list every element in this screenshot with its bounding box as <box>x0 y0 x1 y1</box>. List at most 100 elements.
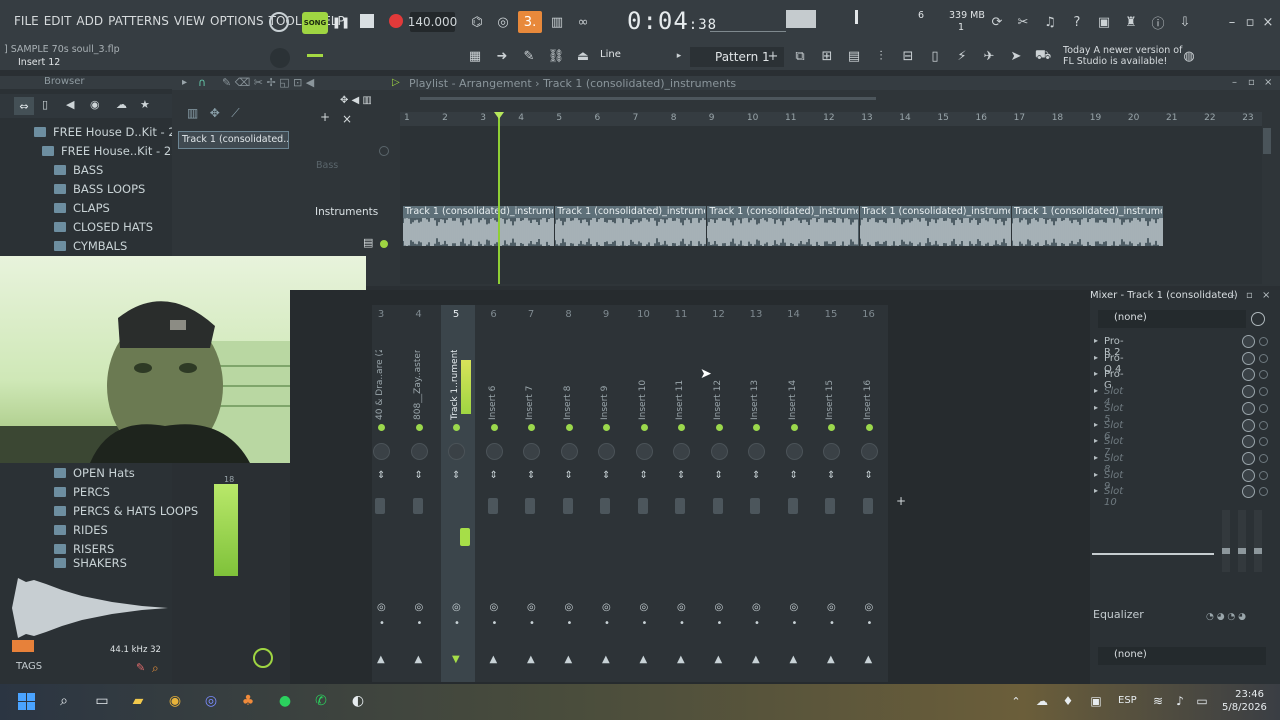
slot-enable-led[interactable] <box>1259 337 1268 346</box>
mixer-route-icon[interactable]: ◎ <box>715 602 724 613</box>
chrome-icon[interactable]: ◉ <box>163 690 187 712</box>
mixer-route-icon[interactable]: ◎ <box>677 602 686 613</box>
sliders-icon[interactable]: ⫶ <box>870 45 892 67</box>
mixer-output-selector[interactable]: (none) <box>1098 647 1266 665</box>
search-icon[interactable]: ⌕ <box>152 661 159 676</box>
browser-folder[interactable]: FREE House..Kit - 2211 <box>42 141 193 160</box>
mixer-send-dot[interactable]: • <box>454 618 460 629</box>
playlist-play-icon[interactable]: ▷ <box>392 77 400 88</box>
loop-record-icon[interactable]: ∞ <box>572 11 594 33</box>
master-volume-meter[interactable] <box>786 10 816 28</box>
mixer-channel-name[interactable]: Insert 15 <box>825 350 839 420</box>
mixer-stereo-icon[interactable]: ⇕ <box>565 470 573 481</box>
mixer-volume-fader[interactable] <box>487 498 498 514</box>
slot-mix-knob-icon[interactable] <box>1242 418 1255 432</box>
mixer-send-dot[interactable]: • <box>792 618 798 629</box>
browser-folder[interactable]: BASS LOOPS <box>54 179 145 198</box>
playlist-minimize-icon[interactable]: – <box>1232 77 1237 88</box>
mixer-mute-led[interactable] <box>865 424 873 431</box>
mixer-send-arrow-up-icon[interactable]: ▲ <box>865 654 873 665</box>
mixer-mute-led[interactable] <box>453 424 460 431</box>
mixer-stereo-icon[interactable]: ⇕ <box>490 470 498 481</box>
save-icon[interactable]: ▣ <box>1093 11 1115 33</box>
play-icon[interactable]: ❚❚ <box>331 12 351 32</box>
slot-enable-led[interactable] <box>1259 353 1268 363</box>
grid-icon[interactable]: ⊟ <box>897 45 919 67</box>
mixer-send-arrow-up-icon[interactable]: ▲ <box>677 654 685 665</box>
playhead-marker-icon[interactable] <box>494 112 504 119</box>
mixer-send-dot[interactable]: • <box>867 618 873 629</box>
mixer-channel-number[interactable]: 10 <box>626 309 662 320</box>
mixer-settings-icon[interactable] <box>1251 312 1265 326</box>
menu-view[interactable]: VIEW <box>174 14 205 28</box>
mixer-pan-knob[interactable] <box>710 443 728 460</box>
mixer-pan-knob[interactable] <box>448 443 465 460</box>
menu-options[interactable]: OPTIONS <box>210 14 264 28</box>
maximize-icon[interactable]: ▫ <box>1242 11 1258 33</box>
mixer-pan-knob[interactable] <box>673 443 690 460</box>
mixer-stereo-icon[interactable]: ⇕ <box>677 470 685 481</box>
mixer-send-arrow-up-icon[interactable]: ▲ <box>752 654 760 665</box>
taskbar-search-icon[interactable]: ⌕ <box>52 690 76 712</box>
undo-history-icon[interactable]: ⟳ <box>986 11 1008 33</box>
channel-rack-icon[interactable]: ⧉ <box>789 45 811 67</box>
mixer-volume-fader[interactable] <box>750 498 760 514</box>
playlist-zoom-icons[interactable]: ✥ ◀ ▥ <box>340 95 372 106</box>
slot-expand-icon[interactable]: ▸ <box>1094 436 1098 445</box>
eq-line[interactable] <box>1092 553 1214 555</box>
slot-enable-led[interactable] <box>1259 453 1268 463</box>
cpu-gauge-icon[interactable] <box>269 12 289 32</box>
mixer-stereo-icon[interactable]: ⇕ <box>377 470 385 481</box>
slot-expand-icon[interactable]: ▸ <box>1094 486 1098 495</box>
menu-add[interactable]: ADD <box>76 14 103 28</box>
task-view-icon[interactable]: ▭ <box>90 690 114 712</box>
mixer-channel-number[interactable]: 8 <box>551 309 587 320</box>
slot-enable-led[interactable] <box>1259 470 1268 480</box>
playhead[interactable] <box>498 112 500 284</box>
mixer-channel-name[interactable]: Insert 14 <box>788 350 802 420</box>
mixer-route-icon[interactable]: ◎ <box>640 602 649 613</box>
slot-expand-icon[interactable]: ▸ <box>1094 403 1098 412</box>
mixer-send-dot[interactable]: • <box>642 618 648 629</box>
eq-slider-mid[interactable] <box>1238 510 1246 572</box>
tools-icon[interactable]: ✂ <box>1012 11 1034 33</box>
slot-expand-icon[interactable]: ▸ <box>1094 386 1098 395</box>
slot-expand-icon[interactable]: ▸ <box>1094 353 1098 362</box>
browser-arrow-icon[interactable]: ◀ <box>66 98 74 111</box>
mixer-pan-knob[interactable] <box>635 443 653 460</box>
tray-chevron-icon[interactable]: ⌃ <box>1004 690 1028 712</box>
mixer-pan-knob[interactable] <box>823 443 840 460</box>
mixer-close-icon[interactable]: × <box>1262 290 1270 301</box>
snap-selector[interactable]: Line <box>600 49 621 60</box>
mixer-channel-number[interactable]: 16 <box>851 309 887 320</box>
selected-fader[interactable] <box>460 528 470 546</box>
tray-mic-icon[interactable]: ♦ <box>1056 690 1080 712</box>
mixer-channel-number[interactable]: 6 <box>476 309 512 320</box>
menu-edit[interactable]: EDIT <box>44 14 72 28</box>
mixer-send-arrow-up-icon[interactable]: ▲ <box>377 654 385 665</box>
mixer-route-icon[interactable]: ◎ <box>377 602 386 613</box>
mixer-route-icon[interactable]: ◎ <box>452 602 461 613</box>
mixer-channel-number[interactable]: 14 <box>776 309 812 320</box>
download-icon[interactable]: ⇩ <box>1174 11 1196 33</box>
mixer-channel-name[interactable]: Insert 9 <box>600 350 614 420</box>
mixer-minimize-icon[interactable]: – <box>1230 290 1235 301</box>
close-icon[interactable]: × <box>1260 11 1276 33</box>
mixer-pan-knob[interactable] <box>598 443 615 460</box>
browser-folder[interactable]: OPEN Hats <box>54 463 135 482</box>
mixer-pan-knob[interactable] <box>410 443 428 460</box>
mixer-send-dot[interactable]: • <box>829 618 835 629</box>
mixer-send-dot[interactable]: • <box>717 618 723 629</box>
mixer-mute-led[interactable] <box>415 424 423 431</box>
mixer-mute-led[interactable] <box>790 424 798 431</box>
mixer-volume-fader[interactable] <box>525 498 535 514</box>
mixer-channel-name[interactable]: 808__Zay..astered <box>413 350 427 420</box>
mixer-channel-name[interactable]: Insert 16 <box>863 350 877 420</box>
mixer-volume-fader[interactable] <box>712 498 723 514</box>
playlist-vscroll[interactable] <box>1263 128 1271 154</box>
mixer-channel-number[interactable]: 13 <box>738 309 774 320</box>
mixer-send-dot[interactable]: • <box>567 618 573 629</box>
eq-sliders[interactable] <box>1218 510 1266 572</box>
mixer-route-icon[interactable]: ◎ <box>527 602 536 613</box>
mixer-channel-name[interactable]: Insert 13 <box>750 350 764 420</box>
